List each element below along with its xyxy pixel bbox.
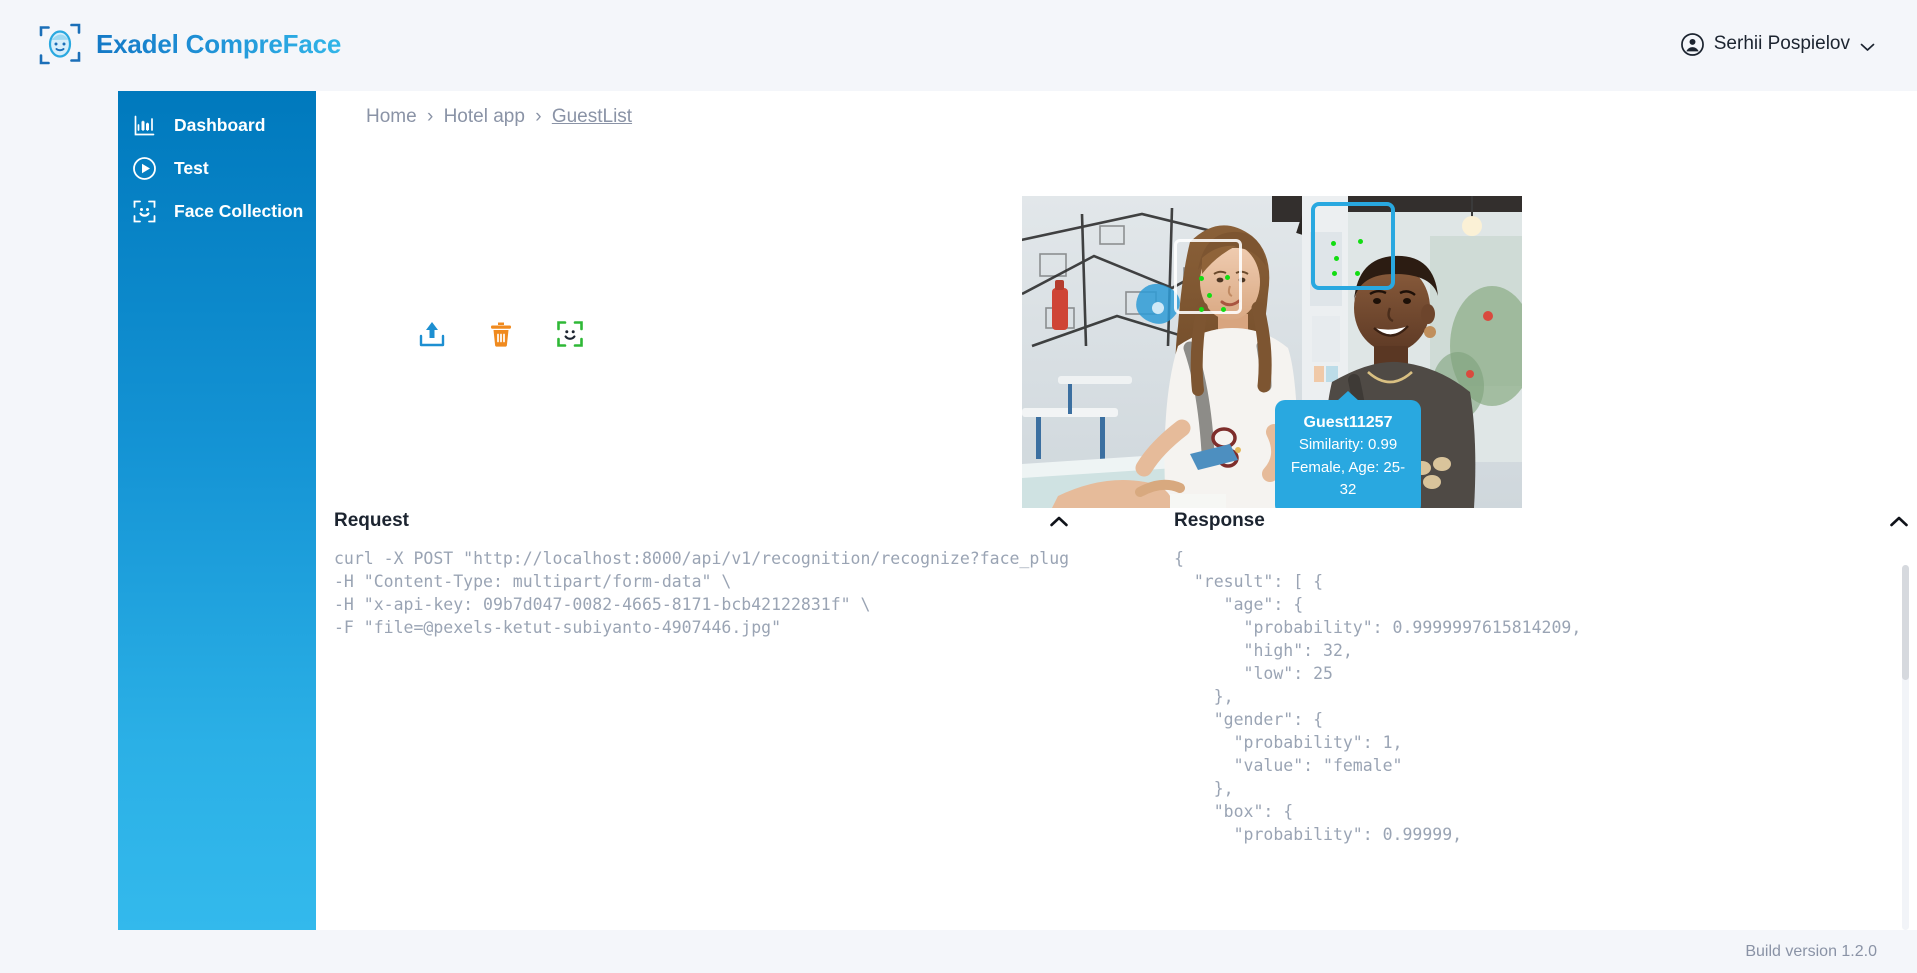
tooltip-similarity: Similarity: 0.99: [1298, 436, 1398, 454]
response-panel-title: Response: [1174, 510, 1265, 531]
request-panel-title: Request: [334, 510, 409, 531]
bar-chart-icon: [132, 113, 157, 138]
response-scrollbar[interactable]: [1902, 565, 1909, 930]
preview-image[interactable]: Guest11257 Similarity: 0.99 Female, Age:…: [1022, 196, 1522, 508]
face-scan-logo-icon: [38, 22, 82, 66]
play-circle-icon: [132, 156, 157, 181]
app-footer: Build version 1.2.0: [0, 930, 1917, 973]
main-content: Home › Hotel app › GuestList Guest11257 …: [316, 91, 1917, 930]
app-header: Exadel CompreFace Serhii Pospielov: [0, 0, 1917, 88]
tooltip-subject-name: Guest11257: [1303, 414, 1393, 431]
user-name: Serhii Pospielov: [1713, 33, 1850, 54]
breadcrumb-item-guestlist[interactable]: GuestList: [552, 106, 632, 127]
delete-image-button[interactable]: [484, 317, 518, 351]
image-toolbar: [415, 317, 587, 351]
request-panel-header[interactable]: Request: [334, 495, 1069, 547]
sidebar-item-label: Test: [174, 158, 209, 178]
response-panel-header[interactable]: Response: [1174, 495, 1909, 547]
sidebar: Dashboard Test Face Collection: [118, 91, 316, 930]
breadcrumb-separator: ›: [535, 106, 542, 127]
sidebar-item-face-collection[interactable]: Face Collection: [118, 190, 316, 233]
detect-faces-button[interactable]: [553, 317, 587, 351]
user-circle-icon: [1680, 32, 1704, 56]
face-scan-icon: [132, 199, 157, 224]
breadcrumb-separator: ›: [426, 106, 434, 127]
sidebar-item-label: Face Collection: [174, 201, 304, 221]
photo-illustration: [1022, 196, 1522, 508]
chevron-up-icon[interactable]: [1049, 515, 1069, 528]
upload-image-button[interactable]: [415, 317, 449, 351]
build-version-label: Build version 1.2.0: [1745, 942, 1877, 960]
chevron-up-icon[interactable]: [1889, 515, 1909, 528]
chevron-down-icon[interactable]: [1860, 39, 1875, 51]
user-menu[interactable]: Serhii Pospielov: [1680, 32, 1875, 56]
request-code-block: curl -X POST "http://localhost:8000/api/…: [334, 549, 1069, 637]
response-panel: Response { "result": [ { "age": { "proba…: [1174, 495, 1909, 930]
result-panels: Request curl -X POST "http://localhost:8…: [316, 495, 1917, 930]
request-panel: Request curl -X POST "http://localhost:8…: [334, 495, 1069, 930]
brand: Exadel CompreFace: [38, 22, 341, 66]
response-code-block: { "result": [ { "age": { "probability": …: [1174, 549, 1582, 844]
breadcrumb-item-hotel-app[interactable]: Hotel app: [444, 106, 525, 127]
response-scrollbar-thumb[interactable]: [1902, 565, 1909, 680]
breadcrumb: Home › Hotel app › GuestList: [366, 106, 632, 128]
face-result-tooltip: Guest11257 Similarity: 0.99 Female, Age:…: [1275, 400, 1421, 508]
sidebar-item-label: Dashboard: [174, 115, 266, 135]
brand-name: Exadel CompreFace: [96, 28, 342, 59]
breadcrumb-item-home[interactable]: Home: [366, 106, 417, 127]
sidebar-item-dashboard[interactable]: Dashboard: [118, 104, 316, 147]
sidebar-item-test[interactable]: Test: [118, 147, 316, 190]
